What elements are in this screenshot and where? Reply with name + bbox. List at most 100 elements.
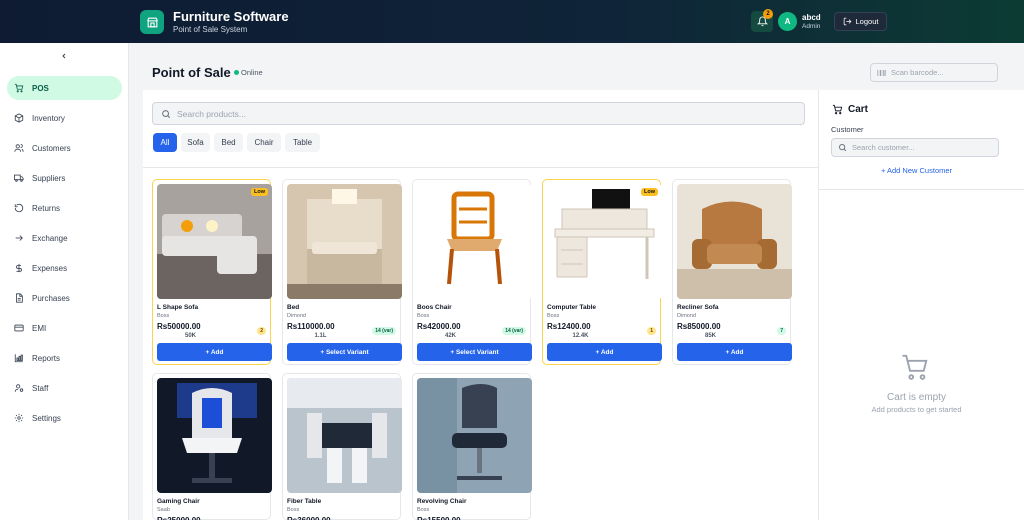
product-price-short: 85K bbox=[704, 333, 716, 339]
sidebar-item-reports[interactable]: Reports bbox=[7, 346, 122, 370]
product-brand: Dimond bbox=[287, 313, 306, 319]
sidebar-item-customers[interactable]: Customers bbox=[7, 136, 122, 160]
product-search-input[interactable]: Search products... bbox=[152, 102, 805, 125]
stock-badge: 14 (var) bbox=[372, 327, 396, 335]
category-chip-bed[interactable]: Bed bbox=[214, 133, 243, 152]
low-stock-badge: Low bbox=[251, 188, 268, 196]
sidebar-item-label: Purchases bbox=[32, 293, 70, 303]
sidebar-item-emi[interactable]: EMI bbox=[7, 316, 122, 340]
sidebar-item-staff[interactable]: Staff bbox=[7, 376, 122, 400]
user-name: abcd bbox=[802, 13, 821, 22]
product-image bbox=[287, 184, 402, 299]
sidebar-item-label: EMI bbox=[32, 323, 47, 333]
stock-badge: 2 bbox=[257, 327, 266, 335]
sidebar-item-settings[interactable]: Settings bbox=[7, 406, 122, 430]
product-price: Rs36000.00 bbox=[287, 516, 331, 520]
product-price-short: 12.4K bbox=[572, 333, 589, 339]
add-to-cart-button[interactable]: + Add bbox=[547, 343, 662, 361]
card-icon bbox=[14, 324, 24, 332]
product-price: Rs110000.00 bbox=[287, 322, 335, 331]
sidebar-item-label: Staff bbox=[32, 383, 49, 393]
sidebar-item-purchases[interactable]: Purchases bbox=[7, 286, 122, 310]
select-variant-button[interactable]: + Select Variant bbox=[287, 343, 402, 361]
brand-title: Furniture Software bbox=[173, 9, 289, 24]
product-name: Revolving Chair bbox=[417, 498, 467, 505]
product-card[interactable]: Low L Shape Sofa Boss Rs50000.00 50K 2 + Add bbox=[152, 179, 272, 365]
product-name: Boos Chair bbox=[417, 304, 452, 311]
product-brand: Boss bbox=[417, 313, 430, 319]
stock-badge: 7 bbox=[777, 327, 786, 335]
sidebar-item-label: Customers bbox=[32, 143, 71, 153]
product-brand: Boss bbox=[547, 313, 560, 319]
sidebar-item-label: Reports bbox=[32, 353, 61, 363]
customer-label: Customer bbox=[831, 125, 864, 134]
customer-search-input[interactable]: Search customer... bbox=[831, 138, 999, 157]
product-brand: Boss bbox=[287, 507, 300, 513]
page-title: Point of Sale bbox=[152, 65, 231, 80]
collapse-sidebar-button[interactable] bbox=[58, 50, 70, 62]
staff-icon bbox=[14, 384, 24, 392]
barcode-icon bbox=[877, 69, 886, 76]
product-card[interactable]: Revolving Chair Boss Rs15500.00 bbox=[412, 373, 532, 520]
product-image bbox=[287, 378, 402, 493]
barcode-placeholder: Scan barcode... bbox=[891, 68, 944, 77]
product-name: Gaming Chair bbox=[157, 498, 200, 505]
sidebar-item-returns[interactable]: Returns bbox=[7, 196, 122, 220]
sidebar: POS Inventory Customers Suppliers Returns Exc… bbox=[0, 43, 129, 520]
product-card[interactable]: Boos Chair Boss Rs42000.00 42K 14 (var) + Sel… bbox=[412, 179, 532, 365]
sidebar-item-label: Exchange bbox=[32, 233, 68, 243]
cart-icon bbox=[832, 104, 843, 115]
sidebar-item-label: Suppliers bbox=[32, 173, 66, 183]
product-card[interactable]: Bed Dimond Rs110000.00 1.1L 14 (var) + Select… bbox=[282, 179, 402, 365]
product-name: Fiber Table bbox=[287, 498, 322, 505]
product-image bbox=[417, 378, 532, 493]
cart-empty-subtitle: Add products to get started bbox=[871, 405, 962, 414]
products-panel: Search products... All Sofa Bed Chair Table … bbox=[143, 90, 818, 520]
online-status: Online bbox=[241, 68, 263, 77]
user-role: Admin bbox=[802, 23, 821, 30]
product-image bbox=[677, 184, 792, 299]
avatar[interactable]: A bbox=[778, 12, 797, 31]
search-placeholder: Search products... bbox=[177, 108, 246, 119]
search-icon bbox=[162, 109, 171, 118]
product-brand: Saab bbox=[157, 507, 170, 513]
product-price: Rs25000.00 bbox=[157, 516, 201, 520]
product-name: L Shape Sofa bbox=[157, 304, 199, 311]
sidebar-item-label: Settings bbox=[32, 413, 61, 423]
stock-badge: 14 (var) bbox=[502, 327, 526, 335]
document-icon bbox=[16, 293, 23, 303]
category-chip-sofa[interactable]: Sofa bbox=[181, 133, 210, 152]
logout-button[interactable]: Logout bbox=[834, 12, 887, 31]
select-variant-button[interactable]: + Select Variant bbox=[417, 343, 532, 361]
product-price-short: 42K bbox=[444, 333, 456, 339]
product-card[interactable]: Gaming Chair Saab Rs25000.00 bbox=[152, 373, 272, 520]
product-card[interactable]: Fiber Table Boss Rs36000.00 bbox=[282, 373, 402, 520]
sidebar-item-expenses[interactable]: Expenses bbox=[7, 256, 122, 280]
chevron-left-icon bbox=[62, 53, 66, 59]
product-brand: Boss bbox=[157, 313, 170, 319]
add-to-cart-button[interactable]: + Add bbox=[157, 343, 272, 361]
product-card[interactable]: Recliner Sofa Dimond Rs85000.00 85K 7 + Add bbox=[672, 179, 792, 365]
cart-title-text: Cart bbox=[848, 104, 869, 115]
category-chip-table[interactable]: Table bbox=[285, 133, 320, 152]
product-price: Rs50000.00 bbox=[157, 322, 201, 331]
category-chip-chair[interactable]: Chair bbox=[247, 133, 281, 152]
cart-panel: Cart Customer Search customer... + Add N… bbox=[818, 90, 1024, 520]
barcode-input[interactable]: Scan barcode... bbox=[870, 63, 998, 82]
sidebar-item-exchange[interactable]: Exchange bbox=[7, 226, 122, 250]
store-icon bbox=[140, 10, 164, 34]
product-name: Recliner Sofa bbox=[677, 304, 719, 311]
sidebar-item-inventory[interactable]: Inventory bbox=[7, 106, 122, 130]
add-new-customer-link[interactable]: + Add New Customer bbox=[819, 166, 1014, 175]
product-card[interactable]: Low Computer Table Boss Rs12400.00 12.4K 1 + A… bbox=[542, 179, 662, 365]
logout-label: Logout bbox=[855, 17, 879, 26]
sidebar-item-label: Inventory bbox=[32, 113, 65, 123]
product-price-short: 50K bbox=[184, 333, 196, 339]
category-chip-all[interactable]: All bbox=[153, 133, 177, 152]
divider bbox=[143, 167, 818, 168]
customer-placeholder: Search customer... bbox=[852, 143, 915, 152]
sidebar-item-suppliers[interactable]: Suppliers bbox=[7, 166, 122, 190]
product-brand: Dimond bbox=[677, 313, 696, 319]
add-to-cart-button[interactable]: + Add bbox=[677, 343, 792, 361]
sidebar-item-pos[interactable]: POS bbox=[7, 76, 122, 100]
